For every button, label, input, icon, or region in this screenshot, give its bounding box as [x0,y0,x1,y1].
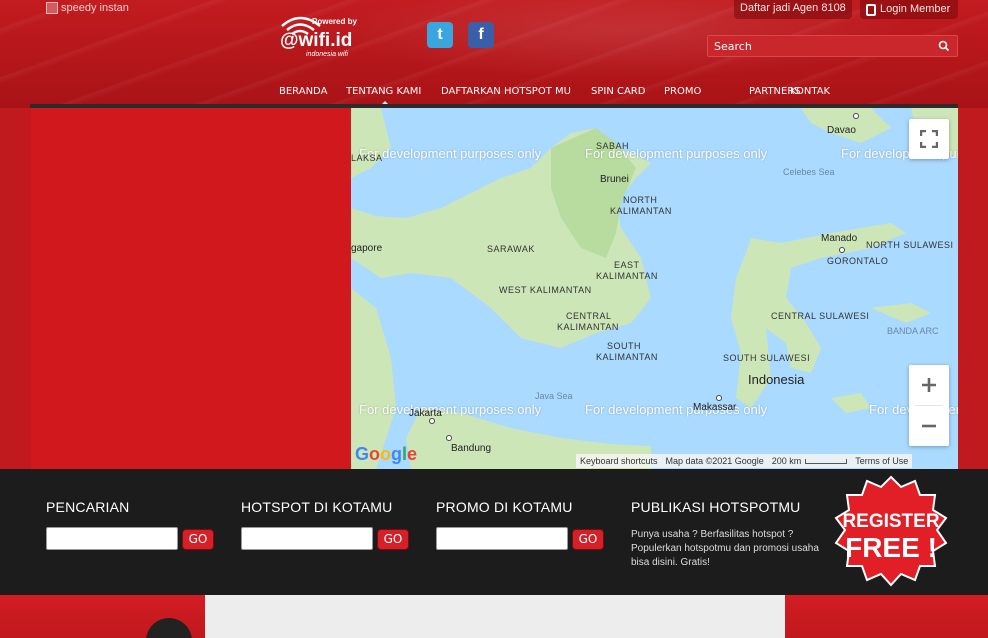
site-search [707,35,958,57]
footer-banner-panel [205,595,785,638]
map-watermark: For development purposes only [585,402,768,417]
search-go-button[interactable]: GO [182,529,214,550]
brand-alt-text: speedy instan [61,2,129,14]
keyboard-shortcuts-link[interactable]: Keyboard shortcuts [576,456,662,466]
plus-icon [922,378,936,392]
agent-signup-link[interactable]: Daftar jadi Agen 8108 [734,0,852,19]
map-label: GORONTALO [827,256,889,266]
wifi-id-brand: @wifi.id [280,30,352,51]
map-watermark: For development purposes only [359,146,542,161]
search-field[interactable] [46,527,178,550]
free-text: FREE ! [845,532,937,563]
powered-by-text: Powered by [312,17,357,26]
minus-icon [922,424,936,428]
publish-description: Punya usaha ? Berfasilitas hotspot ? Pop… [631,529,819,568]
register-free-badge[interactable]: REGISTER FREE ! [833,475,949,591]
map-label: LAKSA [351,153,383,163]
map-label: SABAH [596,141,630,151]
nav-beranda[interactable]: BERANDA [279,86,327,97]
wifi-id-logo[interactable]: Powered by @wifi.id indonesia wifi [276,12,368,58]
map-attribution: Keyboard shortcuts Map data ©2021 Google… [576,454,913,468]
map-data-credit: Map data ©2021 Google [665,456,764,466]
lock-icon [866,3,876,16]
map-label: CENTRAL SULAWESI [771,311,870,321]
login-member-link[interactable]: Login Member [860,0,958,19]
map-scale: 200 km [768,456,852,466]
wifi-id-tagline: indonesia wifi [306,51,348,58]
search-input[interactable] [714,38,929,54]
promo-section-title: PROMO DI KOTAMU [436,499,573,515]
map-label: Makassar [693,402,737,413]
zoom-in-button[interactable] [909,365,949,405]
map-label: Jakarta [409,408,442,419]
nav-tentang-kami[interactable]: TENTANG KAMI [346,86,421,97]
zoom-out-button[interactable] [909,406,949,446]
map-label: SOUTH SULAWESI [723,353,811,363]
fullscreen-button[interactable] [909,119,949,159]
map-label: NORTH [623,195,658,205]
promo-go-button[interactable]: GO [572,529,604,550]
map-label: KALIMANTAN [557,322,619,332]
brand-logo-link[interactable]: speedy instan [46,2,129,14]
twitter-icon[interactable]: t [427,22,453,48]
map-label: WEST KALIMANTAN [499,285,592,295]
bottom-widgets: PENCARIAN GO HOTSPOT DI KOTAMU GO PROMO … [0,469,988,595]
scale-bar [805,459,848,464]
search-button[interactable] [933,38,955,54]
map-watermark: For development purposes only [359,402,542,417]
site-header: speedy instan Powered by @wifi.id indone… [0,0,988,108]
map-label: CENTRAL [566,311,612,321]
nav-promo[interactable]: PROMO [664,86,701,97]
map-city-marker [853,113,859,119]
nav-kontak[interactable]: KONTAK [790,86,830,97]
map-city-marker [446,435,452,441]
map-city-marker [716,395,722,401]
map-label: BANDA ARC [887,326,939,336]
nav-daftarkan-hotspot[interactable]: DAFTARKAN HOTSPOT MU [441,86,571,97]
facebook-icon[interactable]: f [468,22,494,48]
map-scale-label: 200 km [771,456,802,466]
map-label: SOUTH [607,341,641,351]
promo-city-field[interactable] [436,527,568,550]
hotspot-go-button[interactable]: GO [377,529,409,550]
map-label: Celebes Sea [783,167,835,177]
hotspot-city-field[interactable] [241,527,373,550]
map-city-marker [429,418,435,424]
map-side-panel [31,108,351,469]
register-text: REGISTER [842,511,939,532]
hotspot-section-title: HOTSPOT DI KOTAMU [241,499,393,515]
google-logo[interactable]: Google [355,444,417,465]
map-label: NORTH SULAWESI [866,240,954,250]
map-label: gapore [351,243,383,254]
map-label: Davao [827,125,856,136]
zoom-controls [909,365,949,446]
map-label: KALIMANTAN [596,271,658,281]
map-label: Manado [821,233,858,244]
main-nav: BERANDA TENTANG KAMI DAFTARKAN HOTSPOT M… [30,82,958,104]
map-label: Java Sea [535,391,573,401]
google-map[interactable]: For development purposes only For develo… [351,108,958,469]
search-section-title: PENCARIAN [46,499,130,515]
map-label: SARAWAK [487,244,535,254]
map-label: KALIMANTAN [596,352,658,362]
terms-of-use-link[interactable]: Terms of Use [851,456,912,466]
map-label: Brunei [600,174,629,185]
search-icon [938,40,950,52]
map-city-marker [839,247,845,253]
map-label: KALIMANTAN [610,206,672,216]
map-label: Bandung [451,443,492,454]
publish-section-title: PUBLIKASI HOTSPOTMU [631,499,801,515]
login-member-label: Login Member [880,3,951,15]
map-label: EAST [614,260,640,270]
nav-spin-card[interactable]: SPIN CARD [591,86,645,97]
fullscreen-icon [920,130,938,148]
broken-image-icon [46,2,58,14]
map-label: Indonesia [748,372,805,387]
